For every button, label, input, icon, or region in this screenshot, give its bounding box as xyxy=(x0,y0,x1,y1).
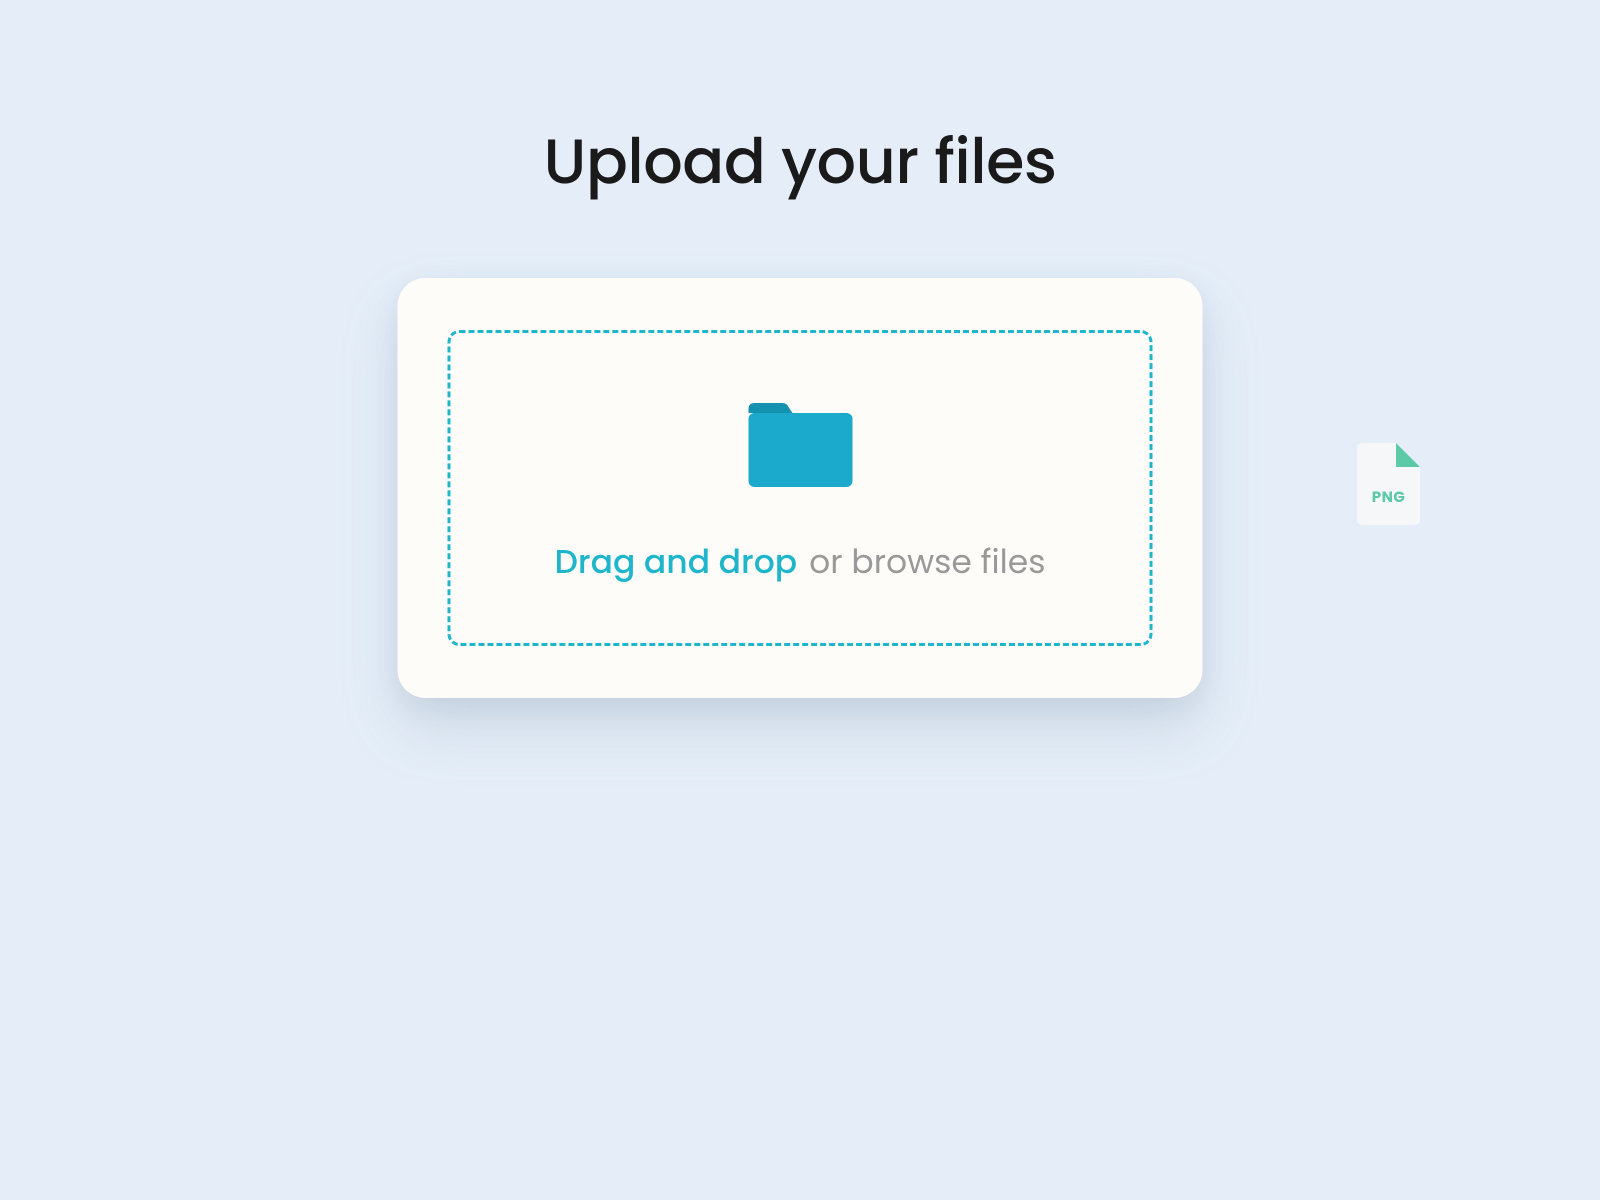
page-title: Upload your files xyxy=(544,115,1057,208)
dropzone-secondary-text: or browse files xyxy=(809,537,1045,587)
dropzone-instruction: Drag and drop or browse files xyxy=(555,537,1046,587)
file-corner-fold-icon xyxy=(1396,443,1420,467)
upload-card: Drag and drop or browse files xyxy=(398,278,1203,698)
dropzone-primary-text: Drag and drop xyxy=(555,537,798,587)
file-type-label: PNG xyxy=(1372,486,1406,509)
folder-icon xyxy=(746,399,854,489)
file-dropzone[interactable]: Drag and drop or browse files xyxy=(448,330,1153,646)
draggable-file-png[interactable]: PNG xyxy=(1357,443,1420,525)
